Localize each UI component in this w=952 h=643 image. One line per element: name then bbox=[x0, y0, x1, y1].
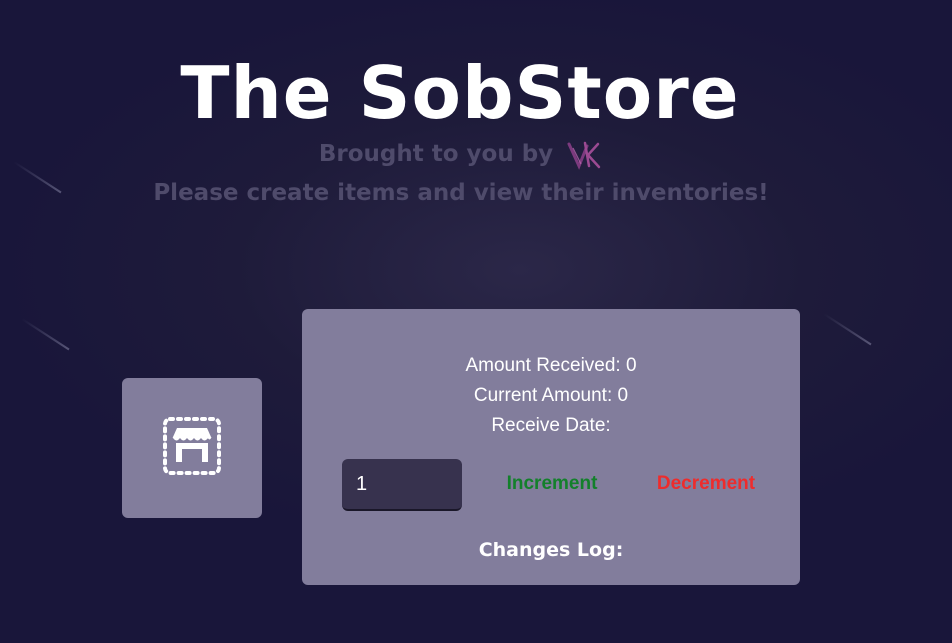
page-subtitle: Please create items and view their inven… bbox=[153, 180, 769, 206]
credits-line: Brought to you by bbox=[0, 138, 920, 170]
current-amount-text: Current Amount: 0 bbox=[473, 385, 629, 406]
storefront-icon bbox=[161, 415, 223, 481]
page-title: The SobStore bbox=[180, 51, 740, 135]
increment-button[interactable]: Increment bbox=[502, 471, 602, 497]
decrement-button[interactable]: Decrement bbox=[652, 471, 760, 497]
shooting-star-streak bbox=[823, 313, 872, 346]
item-detail-panel: Amount Received: 0 Current Amount: 0 Rec… bbox=[302, 309, 800, 585]
amount-received-text: Amount Received: 0 bbox=[465, 355, 637, 376]
quantity-input[interactable] bbox=[342, 459, 462, 511]
store-item-card[interactable] bbox=[122, 378, 262, 518]
credits-text: Brought to you by bbox=[318, 141, 554, 167]
shooting-star-streak bbox=[21, 318, 70, 351]
vk-logo-icon bbox=[567, 140, 601, 170]
changes-log-heading: Changes Log: bbox=[478, 539, 624, 561]
receive-date-text: Receive Date: bbox=[491, 415, 611, 436]
